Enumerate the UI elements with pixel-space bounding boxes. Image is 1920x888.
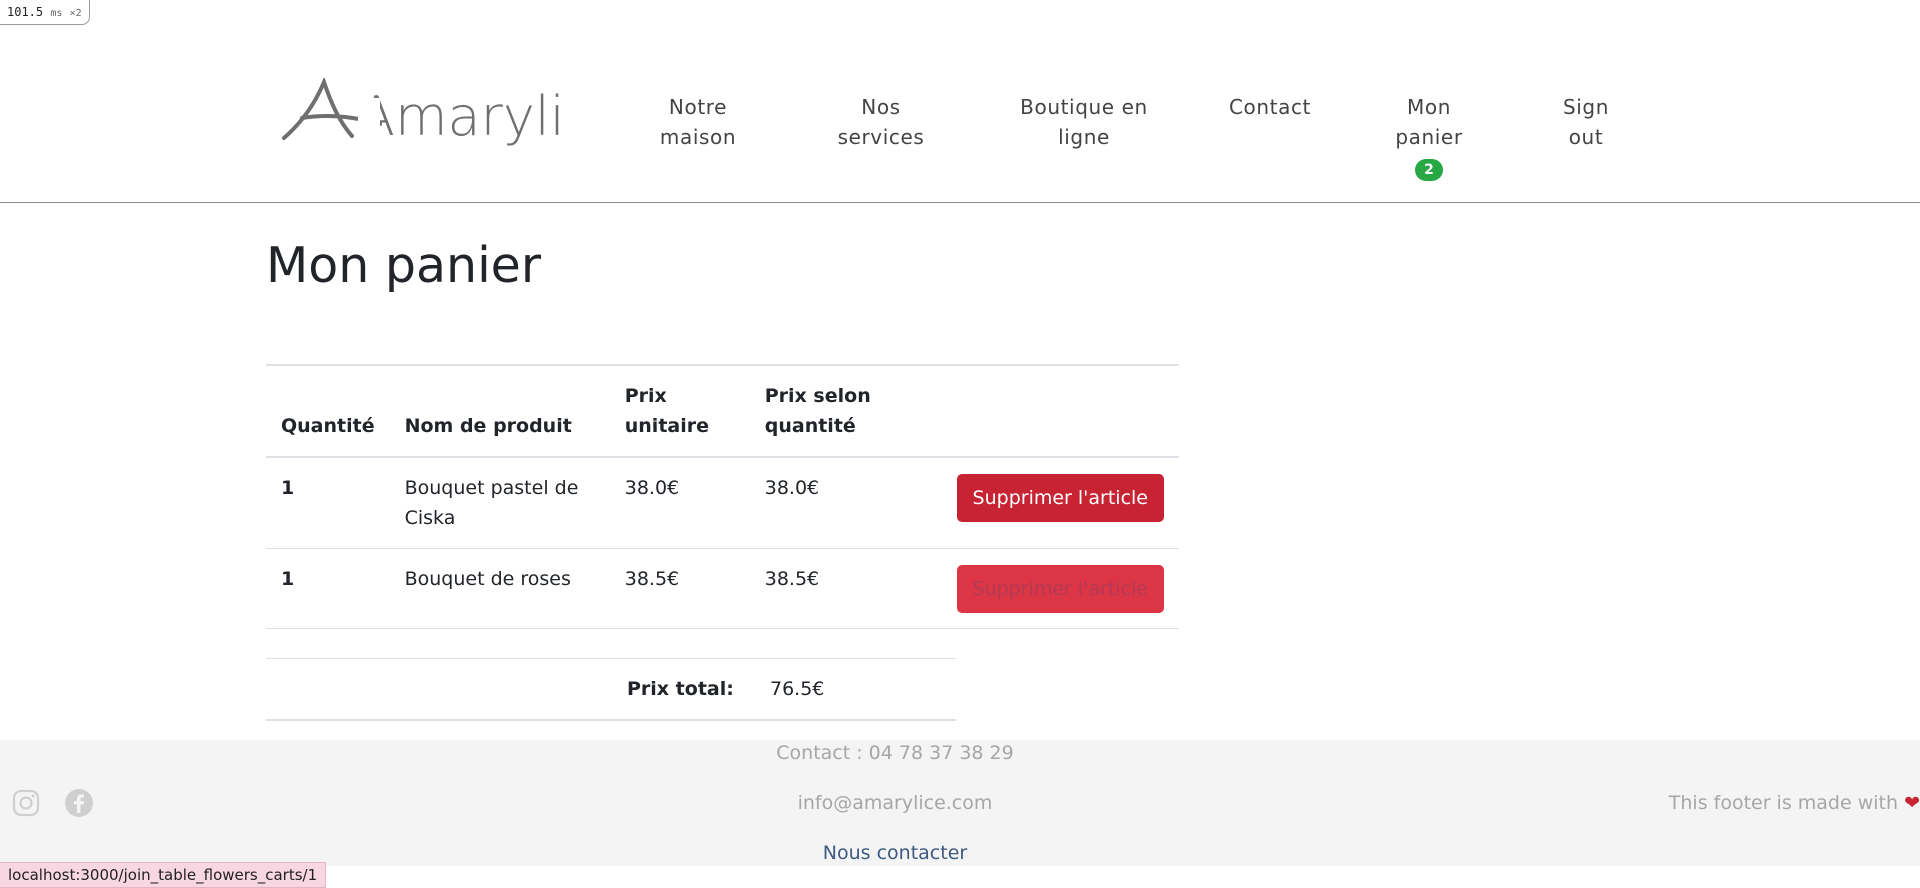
row-unit-price: 38.0€ bbox=[609, 457, 750, 549]
row-quantity: 1 bbox=[266, 457, 390, 549]
browser-status-url: localhost:3000/join_table_flowers_carts/… bbox=[0, 862, 327, 888]
table-header-row: Quantité Nom de produit Prix unitaire Pr… bbox=[266, 364, 1179, 458]
product-name-line: Bouquet pastel de bbox=[404, 477, 579, 499]
header-subtotal: Prix selon quantité bbox=[749, 364, 942, 458]
header-quantity: Quantité bbox=[266, 364, 390, 458]
cart-count-badge: 2 bbox=[1415, 159, 1443, 181]
header-product-name: Nom de produit bbox=[389, 364, 610, 458]
nav-label-line: Mon bbox=[1407, 95, 1451, 119]
site-header: Amarylice Notre maison Nos services Bout… bbox=[0, 0, 1920, 203]
total-label: Prix total: bbox=[612, 658, 755, 721]
total-spacer bbox=[266, 658, 612, 721]
total-table: Prix total: 76.5€ bbox=[266, 658, 956, 721]
nav-label-line: panier bbox=[1395, 125, 1463, 149]
nav-contact[interactable]: Contact bbox=[1225, 92, 1315, 122]
header-line: quantité bbox=[764, 415, 856, 437]
row-action-cell: Supprimer l'article bbox=[941, 548, 1179, 629]
made-with-text: This footer is made with bbox=[1668, 792, 1899, 814]
row-action-cell: Supprimer l'article bbox=[941, 457, 1179, 549]
footer-made-with: This footer is made with ❤ bbox=[1669, 792, 1920, 814]
header-line: Prix selon bbox=[764, 385, 871, 407]
nav-sign-out[interactable]: Sign out bbox=[1546, 92, 1626, 152]
nav-label-line: Sign bbox=[1562, 95, 1610, 119]
table-row: 1 Bouquet pastel de Ciska 38.0€ 38.0€ Su… bbox=[266, 457, 1179, 549]
header-line: Prix bbox=[624, 385, 667, 407]
heart-icon: ❤ bbox=[1904, 792, 1920, 814]
site-footer: Contact : 04 78 37 38 29 info@amarylice.… bbox=[0, 740, 1920, 866]
perf-value: 101.5 bbox=[7, 5, 44, 19]
amarylice-logo[interactable]: Amarylice bbox=[280, 78, 565, 152]
perf-multiplier: ×2 bbox=[69, 8, 82, 19]
perf-badge: 101.5 ms ×2 bbox=[0, 0, 90, 25]
row-subtotal: 38.0€ bbox=[749, 457, 942, 549]
nav-mon-panier[interactable]: Mon panier 2 bbox=[1384, 92, 1474, 182]
page-title: Mon panier bbox=[266, 237, 541, 294]
nav-notre-maison[interactable]: Notre maison bbox=[648, 92, 748, 152]
row-product-name: Bouquet pastel de Ciska bbox=[389, 457, 610, 549]
header-unit-price: Prix unitaire bbox=[609, 364, 750, 458]
logo-wordmark: Amarylice bbox=[358, 85, 565, 148]
cart-table: Quantité Nom de produit Prix unitaire Pr… bbox=[266, 364, 1179, 629]
nav-label-line: ligne bbox=[1058, 125, 1110, 149]
row-unit-price: 38.5€ bbox=[609, 548, 750, 629]
header-action bbox=[941, 364, 1179, 458]
product-name-line: Ciska bbox=[404, 507, 456, 529]
nav-nos-services[interactable]: Nos services bbox=[826, 92, 936, 152]
footer-contact-link[interactable]: Nous contacter bbox=[0, 842, 1790, 864]
row-subtotal: 38.5€ bbox=[749, 548, 942, 629]
nav-label-line: Nos bbox=[861, 95, 901, 119]
total-value: 76.5€ bbox=[755, 658, 956, 721]
total-row: Prix total: 76.5€ bbox=[266, 658, 956, 721]
remove-item-button[interactable]: Supprimer l'article bbox=[956, 565, 1164, 613]
nav-label-line: Boutique en bbox=[1020, 95, 1148, 119]
nav-boutique-en-ligne[interactable]: Boutique en ligne bbox=[1014, 92, 1154, 152]
footer-email: info@amarylice.com bbox=[797, 792, 993, 814]
row-quantity: 1 bbox=[266, 548, 390, 629]
remove-item-button[interactable]: Supprimer l'article bbox=[956, 474, 1164, 522]
nav-label-line: out bbox=[1568, 125, 1604, 149]
nav-label-line: services bbox=[837, 125, 925, 149]
nav-label-line: Contact bbox=[1228, 95, 1311, 119]
row-product-name: Bouquet de roses bbox=[389, 548, 610, 629]
nav-label-line: Notre bbox=[668, 95, 728, 119]
perf-unit: ms bbox=[50, 8, 63, 19]
footer-phone: Contact : 04 78 37 38 29 bbox=[776, 742, 1014, 764]
table-row: 1 Bouquet de roses 38.5€ 38.5€ Supprimer… bbox=[266, 548, 1179, 629]
nav-label-line: maison bbox=[659, 125, 737, 149]
product-name-line: Bouquet de roses bbox=[404, 568, 571, 590]
header-line: unitaire bbox=[624, 415, 709, 437]
